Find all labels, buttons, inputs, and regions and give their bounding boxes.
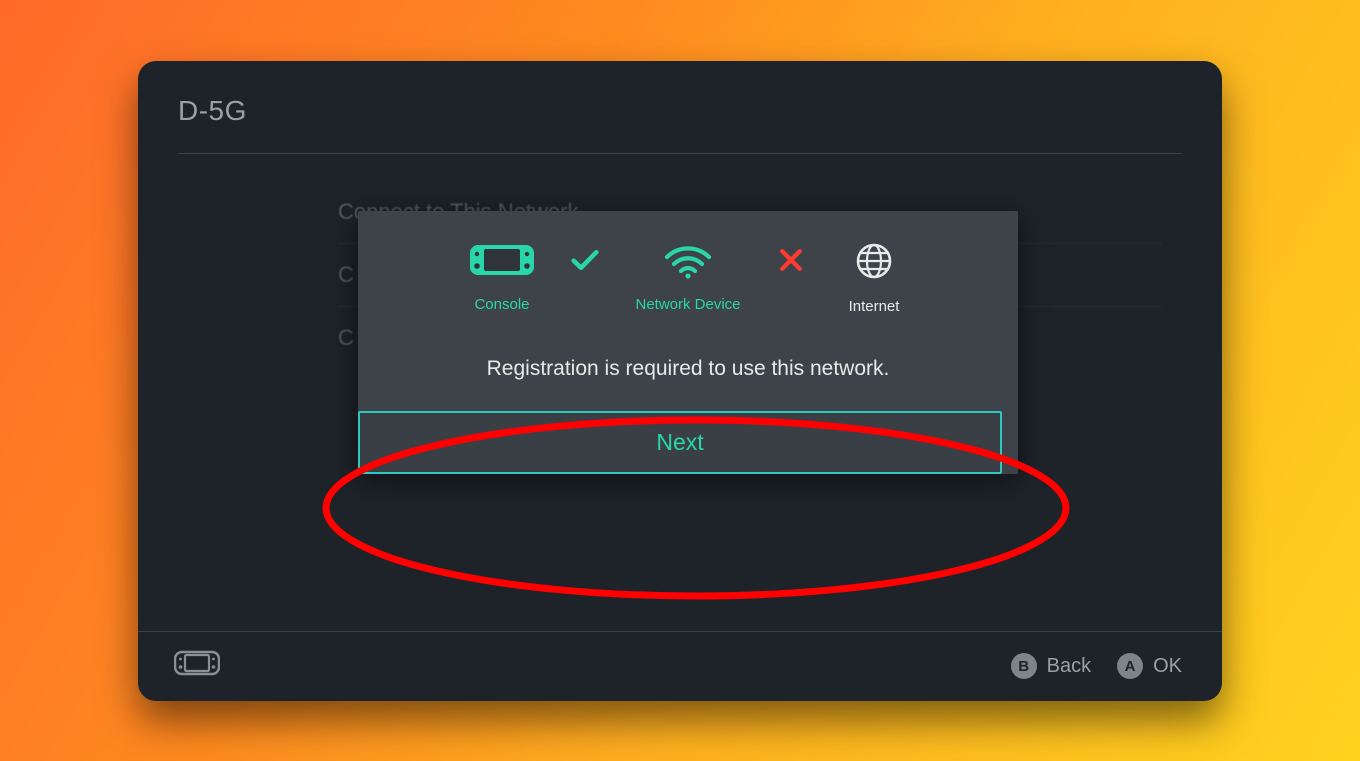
ok-hint[interactable]: A OK bbox=[1117, 653, 1182, 679]
ok-label: OK bbox=[1153, 655, 1182, 678]
status-console-label: Console bbox=[474, 296, 529, 313]
globe-icon bbox=[854, 241, 894, 286]
footer: B Back A OK bbox=[138, 631, 1222, 701]
check-icon bbox=[567, 241, 603, 279]
status-row: Console Network Device bbox=[368, 241, 1008, 315]
a-button-icon: A bbox=[1117, 653, 1143, 679]
status-network-device-label: Network Device bbox=[635, 296, 740, 313]
controller-icon bbox=[174, 650, 220, 682]
status-internet-label: Internet bbox=[849, 298, 900, 315]
connection-dialog: Console Network Device bbox=[358, 211, 1018, 474]
status-console: Console bbox=[467, 241, 537, 313]
back-label: Back bbox=[1047, 655, 1091, 678]
dialog-message: Registration is required to use this net… bbox=[378, 357, 998, 381]
console-icon bbox=[469, 241, 535, 284]
page-title: D-5G bbox=[178, 95, 1182, 127]
console-screen: D-5G Connect to This Network C C bbox=[138, 61, 1222, 701]
status-network-device: Network Device bbox=[633, 241, 743, 313]
b-button-icon: B bbox=[1011, 653, 1037, 679]
next-button[interactable]: Next bbox=[358, 411, 1002, 474]
status-internet: Internet bbox=[839, 241, 909, 315]
back-hint[interactable]: B Back bbox=[1011, 653, 1091, 679]
header: D-5G bbox=[138, 61, 1222, 141]
x-icon bbox=[773, 241, 809, 279]
header-divider bbox=[178, 153, 1182, 154]
wifi-icon bbox=[663, 241, 713, 284]
